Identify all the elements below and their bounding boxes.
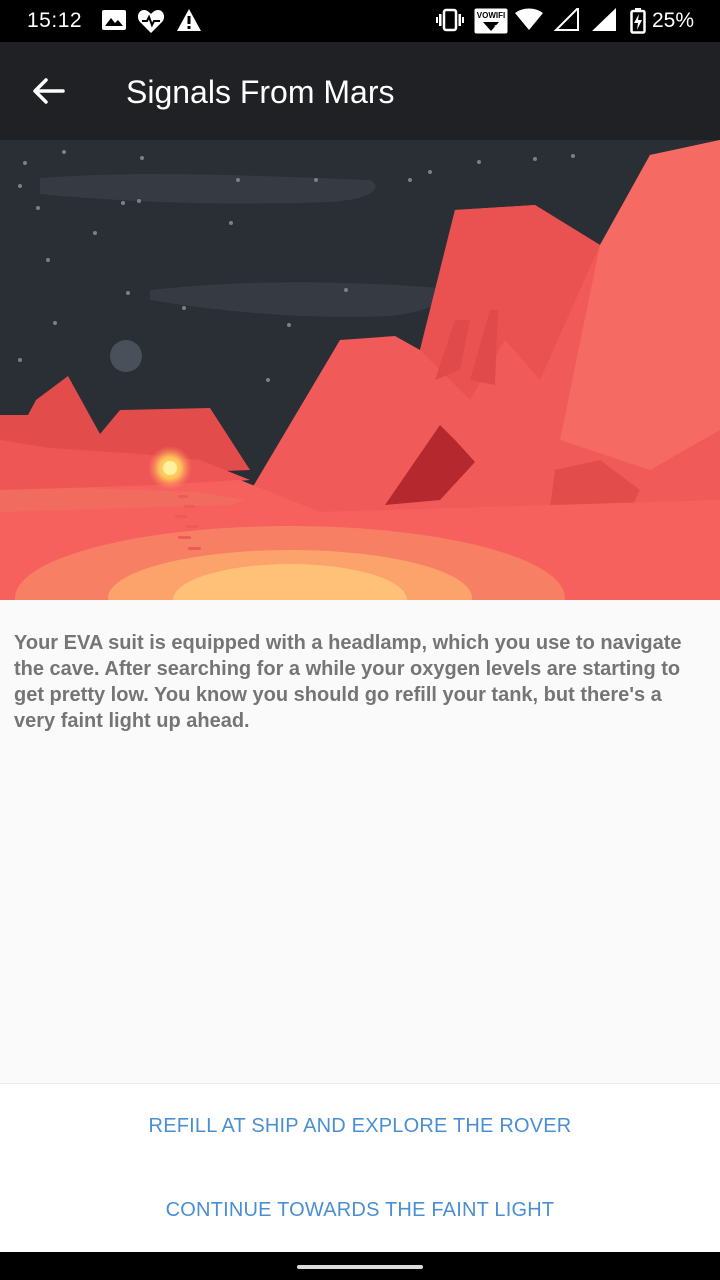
battery-percent: 25%: [652, 9, 695, 32]
moon: [110, 340, 142, 372]
home-gesture-pill[interactable]: [297, 1265, 423, 1269]
warning-icon: [177, 9, 201, 31]
back-button[interactable]: [24, 66, 74, 116]
mars-cave-illustration: [0, 140, 720, 600]
wifi-icon: [515, 8, 543, 30]
page-title: Signals From Mars: [126, 74, 395, 110]
vowifi-icon: VOWIFI 2: [474, 8, 508, 34]
arrow-left-icon: [33, 78, 65, 104]
vibrate-icon: [436, 8, 464, 32]
battery-charging-icon: [630, 8, 646, 34]
faint-light-core: [163, 461, 177, 475]
vowifi-label: VOWIFI: [477, 11, 505, 20]
signal-empty-icon: [554, 8, 579, 31]
app-toolbar: Signals From Mars: [0, 42, 720, 140]
signal-full-icon: [592, 8, 616, 31]
story-text: Your EVA suit is equipped with a headlam…: [14, 632, 682, 732]
heart-icon: [137, 10, 165, 33]
vowifi-sub: 2: [494, 25, 498, 32]
choice-panel: REFILL AT SHIP AND EXPLORE THE ROVER CON…: [0, 1083, 720, 1253]
system-nav-bar: [0, 1252, 720, 1280]
choice-refill-button[interactable]: REFILL AT SHIP AND EXPLORE THE ROVER: [0, 1086, 720, 1166]
image-icon: [102, 10, 126, 30]
status-bar: 15:12 VOWIFI 2 25%: [0, 0, 720, 42]
status-time: 15:12: [27, 9, 83, 32]
choice-continue-button[interactable]: CONTINUE TOWARDS THE FAINT LIGHT: [0, 1170, 720, 1250]
